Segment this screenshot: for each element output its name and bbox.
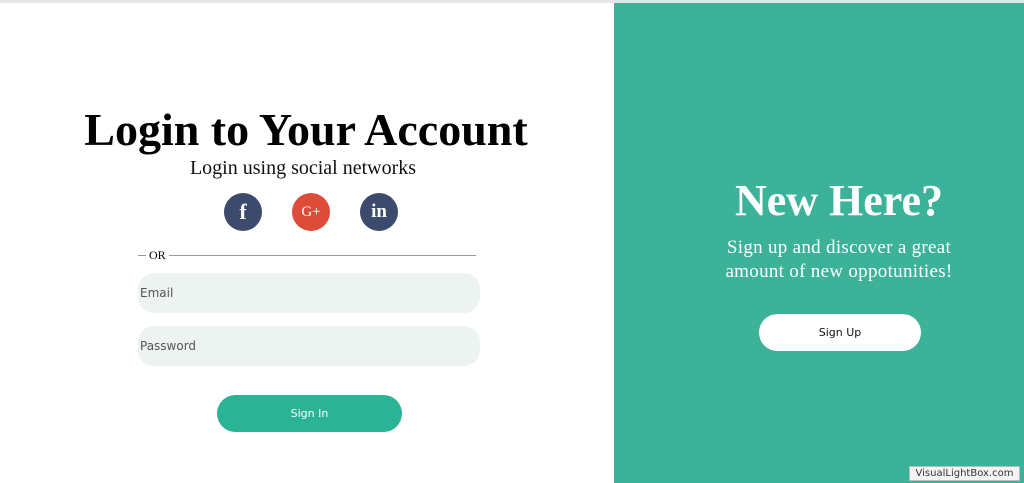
watermark-badge[interactable]: VisualLightBox.com: [909, 466, 1020, 481]
google-plus-login-button[interactable]: G+: [292, 193, 330, 231]
or-label: OR: [146, 247, 169, 263]
divider-line: [138, 255, 476, 256]
linkedin-login-button[interactable]: in: [360, 193, 398, 231]
password-field[interactable]: [138, 326, 480, 366]
login-title: Login to Your Account: [84, 104, 528, 155]
facebook-login-button[interactable]: f: [224, 193, 262, 231]
google-plus-icon: G+: [301, 203, 321, 220]
signup-message: Sign up and discover a great amount of n…: [614, 236, 1024, 284]
signup-message-line-2: amount of new oppotunities!: [725, 261, 953, 282]
signup-title: New Here?: [734, 176, 944, 225]
email-field[interactable]: [138, 273, 480, 313]
sign-up-button[interactable]: Sign Up: [759, 314, 921, 351]
or-divider: OR: [138, 247, 476, 263]
linkedin-icon: in: [371, 201, 387, 222]
signup-message-line-1: Sign up and discover a great: [726, 237, 952, 258]
sign-in-button[interactable]: Sign In: [217, 395, 402, 432]
facebook-icon: f: [239, 199, 247, 224]
login-subtitle: Login using social networks: [189, 157, 417, 179]
